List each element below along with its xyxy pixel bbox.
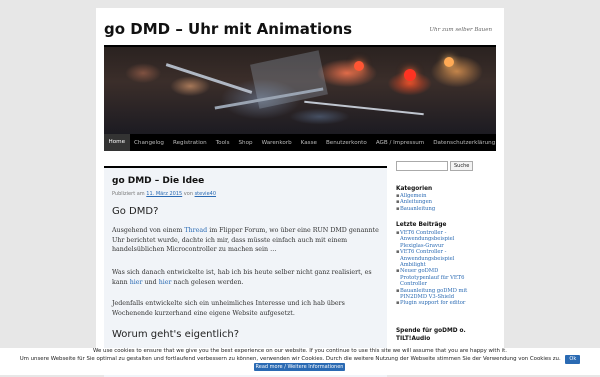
hier-link-2[interactable]: hier [159,279,172,286]
search-button[interactable]: Suche [450,161,474,171]
categories-list: ▪ Allgemein ▪ Anleitungen ▪ Bauanleitung [396,193,496,212]
page-container: go DMD – Uhr mit Animations Uhr zum selb… [96,8,504,377]
cookie-ok-button[interactable]: Ok [565,355,581,364]
search-input[interactable] [396,161,448,171]
nav-item-warenkorb[interactable]: Warenkorb [257,140,296,146]
cookie-banner: We use cookies to ensure that we give yo… [0,348,600,375]
paragraph-3: Jedenfalls entwickelte sich ein unheimli… [112,300,345,317]
paragraph-2-end: nach gelesen werden. [173,278,244,286]
cookie-read-more-button[interactable]: Read more / Weitere Informationen [254,363,345,371]
thread-link[interactable]: Thread [184,227,207,234]
nav-item-shop[interactable]: Shop [234,140,257,146]
recent-posts-title: Letzte Beiträge [396,222,447,228]
nav-item-agb-impressum[interactable]: AGB / Impressum [371,140,428,146]
header-image [104,45,496,134]
cookie-text-de: Um unsere Webseite für Sie optimal zu ge… [19,356,561,362]
recent-posts-list: ▪ VET6 Controller - Anwendungsbeispiel Pl… [396,230,496,307]
paragraph-2-mid: und [144,278,157,286]
recent-post-item[interactable]: ▪ Neuer goDMD Prototypenlauf für VET6 Con… [396,268,496,287]
categories-title: Kategorien [396,186,433,192]
cookie-text-en: We use cookies to ensure that we give yo… [93,348,507,354]
paragraph-1-start: Ausgehend von einem [112,227,183,234]
search-widget: Suche [396,161,474,171]
post-content: go DMD – Die Idee Publiziert am 11. März… [104,166,387,377]
site-tagline: Uhr zum selber Bauen [429,27,492,33]
nav-item-benutzerkonto[interactable]: Benutzerkonto [321,140,371,146]
post-meta-prefix: Publiziert am [112,191,145,197]
recent-post-item[interactable]: ▪ Bauanleitung goDMD mit PIN2DMD V3-Shiel… [396,288,496,301]
nav-item-changelog[interactable]: Changelog [130,140,169,146]
post-author-link[interactable]: stevie40 [195,191,216,197]
pop-bumper-light [354,61,364,71]
site-title[interactable]: go DMD – Uhr mit Animations [104,20,352,38]
post-date-link[interactable]: 11. März 2015 [146,191,182,197]
wire-ramp [304,100,424,116]
wire-ramp [165,63,253,94]
paragraph-2: Was sich danach entwickelte ist, hab ich… [112,268,382,287]
pop-bumper-light [404,69,416,81]
main-navigation: Home Changelog Registration Tools Shop W… [104,134,496,151]
hier-link-1[interactable]: hier [130,279,143,286]
nav-item-datenschutz[interactable]: Datenschutzerklärung [429,140,500,146]
donate-title: Spende für goDMD o. TILT!Audio [396,328,466,342]
section-heading-worum: Worum geht's eigentlich? [112,329,240,340]
recent-post-item[interactable]: ▪ Plugin support for editor [396,300,496,306]
post-title[interactable]: go DMD – Die Idee [112,176,204,186]
nav-item-kasse[interactable]: Kasse [296,140,321,146]
nav-item-registration[interactable]: Registration [168,140,211,146]
section-heading-go-dmd: Go DMD? [112,206,159,217]
paragraph-1: Ausgehend von einem Thread im Flipper Fo… [112,226,382,255]
sidebar: Suche Kategorien ▪ Allgemein ▪ Anleitungen… [396,160,496,375]
nav-item-tools[interactable]: Tools [211,140,234,146]
recent-post-item[interactable]: ▪ VET6 Controller - Anwendungsbeispiel Pl… [396,230,496,249]
post-meta-by: von [183,191,193,197]
recent-post-item[interactable]: ▪ VET6 Controller - Anwendungsbeispiel Am… [396,249,496,268]
post-meta: Publiziert am 11. März 2015 von stevie40 [112,191,216,197]
nav-item-home[interactable]: Home [104,134,130,151]
pop-bumper-light [444,57,454,67]
category-item[interactable]: ▪ Bauanleitung [396,206,496,212]
